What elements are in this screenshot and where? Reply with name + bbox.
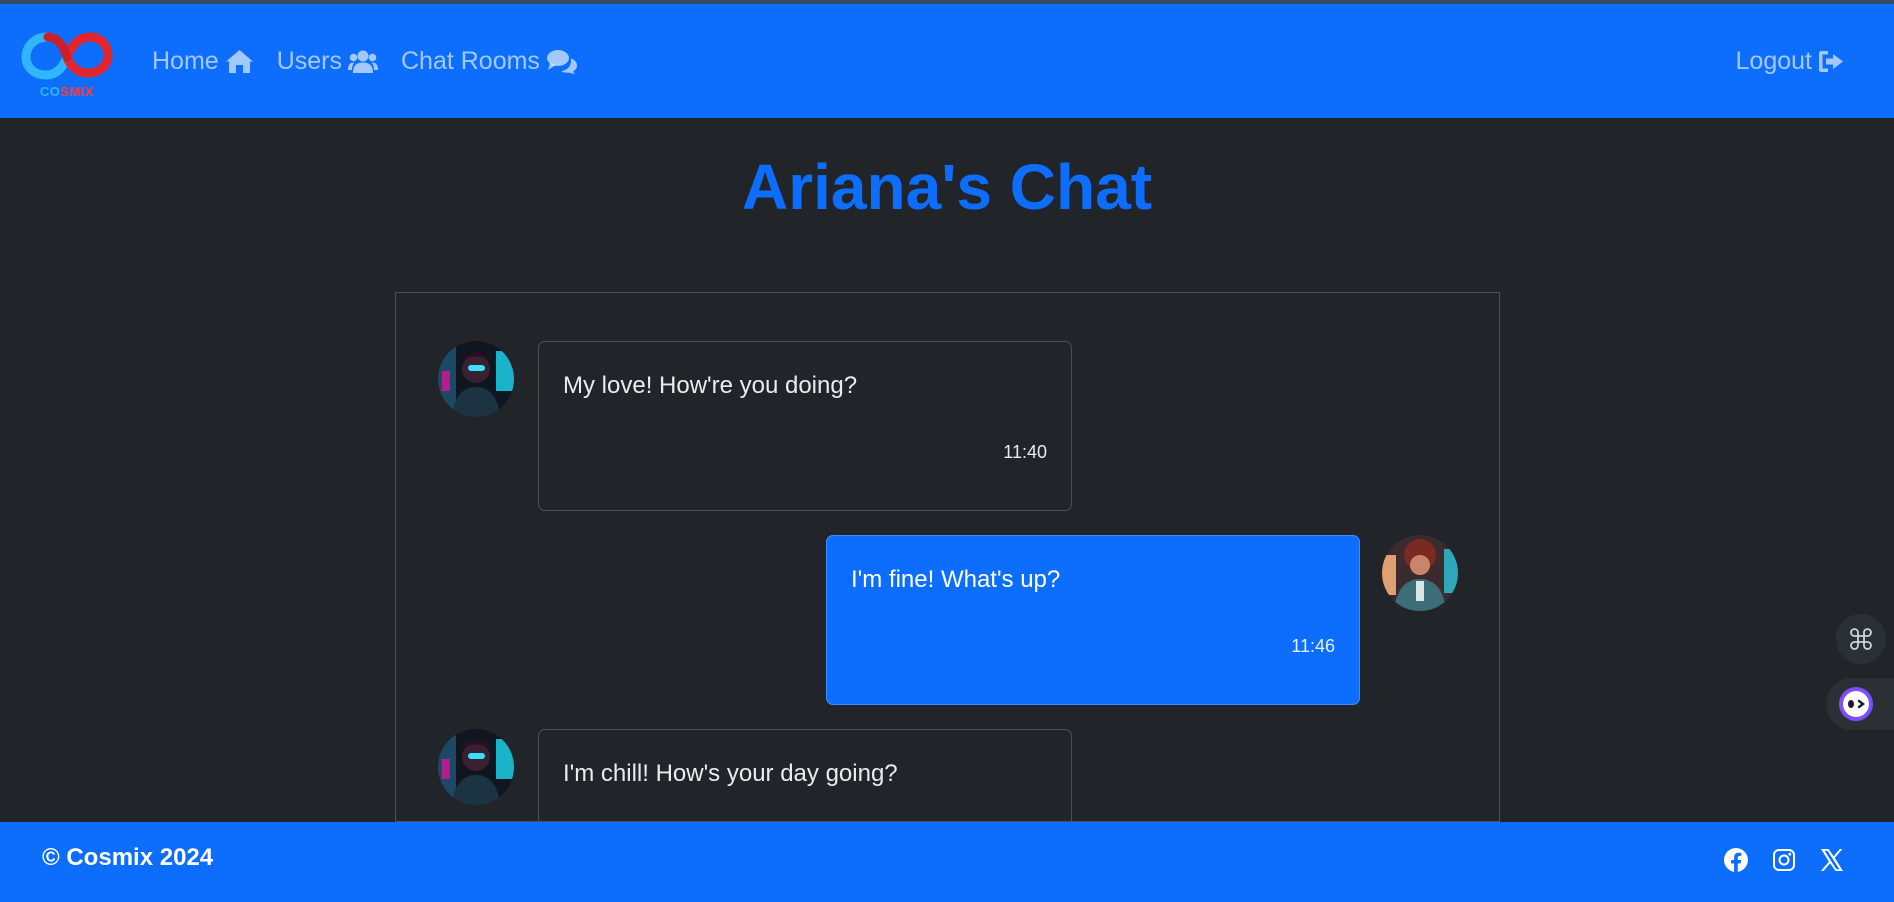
home-icon	[225, 49, 253, 73]
nav-chat-rooms[interactable]: Chat Rooms	[401, 47, 578, 76]
footer-copyright: © Cosmix 2024	[42, 844, 214, 871]
message-text: I'm fine! What's up?	[851, 566, 1061, 593]
social-links	[1724, 848, 1844, 872]
contact-avatar	[438, 729, 514, 805]
nav-chat-rooms-label: Chat Rooms	[400, 46, 540, 75]
nav-home-label: Home	[152, 46, 219, 75]
message-text: My love! How're you doing?	[563, 372, 858, 399]
cosmix-logo[interactable]: COSMIX	[18, 23, 116, 99]
command-icon	[1850, 628, 1872, 650]
x-icon[interactable]	[1820, 848, 1844, 872]
message-text: I'm chill! How's your day going?	[563, 760, 898, 787]
logo-wordmark: COSMIX	[18, 84, 116, 99]
infinity-logo-icon	[21, 32, 113, 80]
message-time: 11:46	[1291, 636, 1335, 656]
nav-logout-label: Logout	[1735, 46, 1812, 75]
page-title: Ariana's Chat	[742, 151, 1152, 223]
nav-links: Home Users Chat Rooms	[152, 47, 578, 76]
chat-messages-container[interactable]: My love! How're you doing? 11:40 I'm fin…	[395, 292, 1500, 822]
logo-text-co: CO	[39, 84, 61, 99]
nav-logout[interactable]: Logout	[1736, 47, 1844, 76]
assistant-widget-button[interactable]	[1826, 678, 1894, 730]
comments-icon	[546, 49, 577, 74]
message-time: 11:40	[1003, 442, 1047, 462]
footer: © Cosmix 2024	[0, 822, 1894, 902]
nav-users-label: Users	[276, 46, 342, 75]
nav-users[interactable]: Users	[277, 47, 378, 76]
instagram-icon[interactable]	[1772, 848, 1796, 872]
facebook-icon[interactable]	[1724, 848, 1748, 872]
navbar: COSMIX Home Users Chat Rooms Logout	[0, 4, 1894, 118]
assistant-bot-icon	[1839, 687, 1873, 721]
logo-text-smix: SMIX	[60, 84, 95, 99]
message-bubble-received: I'm chill! How's your day going?	[538, 729, 1072, 821]
user-avatar	[1382, 535, 1458, 611]
contact-avatar	[438, 341, 514, 417]
message-bubble-received: My love! How're you doing? 11:40	[538, 341, 1072, 511]
nav-home[interactable]: Home	[152, 47, 254, 76]
sign-out-icon	[1819, 50, 1843, 72]
message-bubble-sent: I'm fine! What's up? 11:46	[826, 535, 1360, 705]
command-widget-button[interactable]	[1836, 614, 1886, 664]
users-icon	[347, 50, 378, 73]
